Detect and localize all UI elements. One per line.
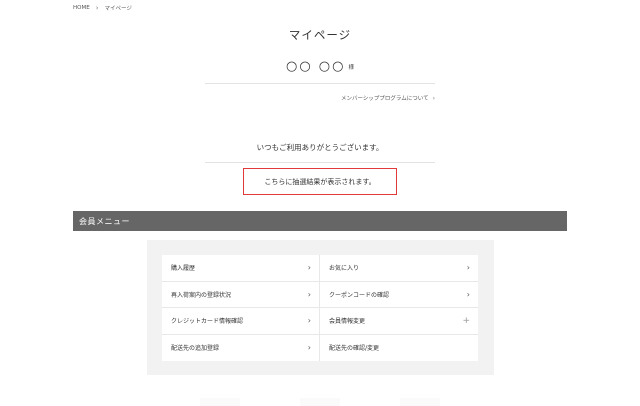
chevron-right-icon: › [307,343,311,353]
honorific: 様 [348,64,355,71]
menu-item-add-shipping-address[interactable]: 配送先の追加登録 › [162,334,320,361]
menu-item-view-shipping-address[interactable]: 配送先の確認/変更 [320,335,478,362]
menu-item-coupon-codes[interactable]: クーポンコードの確認 › [320,282,478,308]
menu-item-label: クーポンコードの確認 [329,291,390,299]
menu-item-label: 購入履歴 [171,265,196,273]
menu-item-restock-notifications[interactable]: 再入荷案内の登録状況 › [162,281,320,308]
greeting-message: いつもご利用ありがとうございます。 [256,143,384,152]
footer-placeholder [200,398,240,406]
menu-item-label: 配送先の確認/変更 [329,345,380,353]
membership-program-link[interactable]: メンバーシッププログラムについて › [341,94,435,103]
page-title: マイページ [288,28,352,42]
chevron-right-icon: › [307,289,311,299]
breadcrumb-current: マイページ [104,6,132,12]
menu-item-credit-card-info[interactable]: クレジットカード情報確認 › [162,308,320,335]
divider [205,83,435,84]
membership-program-link-label: メンバーシッププログラムについて [341,96,429,102]
member-menu-grid: 購入履歴 › お気に入り › 再入荷案内の登録状況 › クーポンコードの確認 ›… [162,255,478,361]
menu-item-label: 配送先の追加登録 [171,345,220,353]
lottery-result-box: こちらに抽選結果が表示されます。 [243,168,397,195]
menu-item-label: お気に入り [329,265,360,273]
plus-icon: + [462,315,470,326]
chevron-right-icon: › [432,94,435,102]
chevron-right-icon: › [307,316,311,326]
chevron-right-icon: › [466,289,470,299]
lottery-result-message: こちらに抽選結果が表示されます。 [264,177,376,186]
chevron-right-icon: › [307,263,311,273]
member-menu-header: 会員メニュー [73,211,567,231]
menu-item-label: 会員情報変更 [329,318,366,326]
divider [205,162,435,163]
chevron-right-icon: › [466,263,470,273]
footer-placeholder [300,398,340,406]
breadcrumb-home-link[interactable]: HOME [73,5,90,11]
member-name-text: ○○ ○○ [285,59,346,74]
chevron-right-icon: › [95,4,99,12]
member-menu-title: 会員メニュー [79,216,130,226]
menu-item-edit-member-info[interactable]: 会員情報変更 + [320,308,478,335]
menu-item-favorites[interactable]: お気に入り › [320,255,478,282]
menu-item-label: 再入荷案内の登録状況 [171,291,232,299]
menu-item-label: クレジットカード情報確認 [171,318,244,326]
menu-item-purchase-history[interactable]: 購入履歴 › [162,255,320,282]
member-name: ○○ ○○ 様 [0,59,640,74]
breadcrumb: HOME › マイページ [73,4,132,12]
footer-placeholder [400,398,440,406]
